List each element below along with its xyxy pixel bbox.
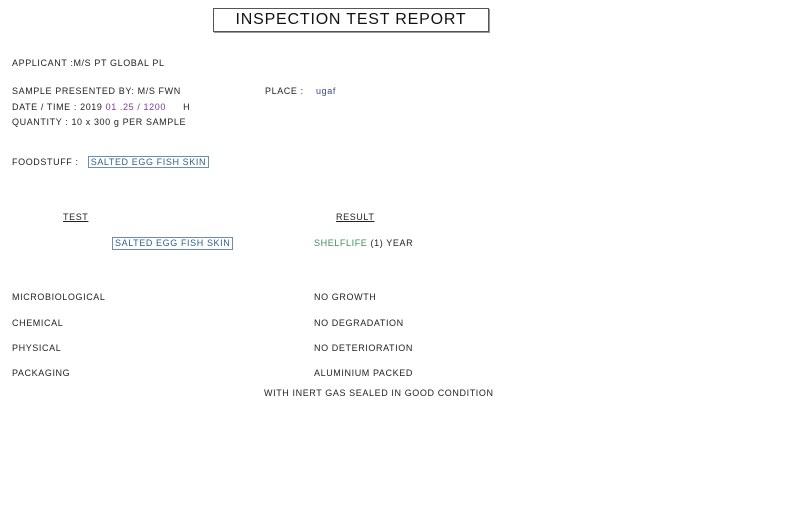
date-time-line: DATE / TIME : 2019 01 .25 / 1200 H (12, 102, 190, 113)
foodstuff-line: FOODSTUFF : SALTED EGG FISH SKIN (12, 156, 210, 168)
place-label: PLACE : (265, 86, 304, 96)
report-title: INSPECTION TEST REPORT (213, 8, 489, 32)
date-time-label: DATE / TIME : (12, 102, 77, 112)
result-row-label: CHEMICAL (12, 318, 64, 328)
result-row-label: PACKAGING (12, 368, 71, 378)
test-header: TEST (63, 212, 89, 222)
place-value: ugaf (316, 86, 336, 96)
test-item: SALTED EGG FISH SKIN (112, 237, 234, 250)
result-row-label: PHYSICAL (12, 343, 62, 353)
quantity-line: QUANTITY : 10 x 300 g PER SAMPLE (12, 117, 187, 127)
applicant-line: APPLICANT :M/S PT GLOBAL PL (12, 58, 165, 68)
date-time-year: 2019 (80, 102, 103, 112)
foodstuff-label: FOODSTUFF : (12, 157, 79, 167)
result-row-value: NO DETERIORATION (314, 343, 413, 353)
shelflife-value: (1) YEAR (370, 238, 414, 248)
test-result: SHELFLIFE (1) YEAR (314, 238, 413, 249)
foodstuff-value: SALTED EGG FISH SKIN (87, 156, 210, 168)
result-row-value: NO DEGRADATION (314, 318, 404, 328)
date-time-date: 01 .25 / 1200 (105, 102, 166, 112)
result-row-label: MICROBIOLOGICAL (12, 292, 106, 302)
sample-presented-line: SAMPLE PRESENTED BY: M/S FWN (12, 86, 181, 96)
result-header: RESULT (336, 212, 375, 222)
packaging-note: WITH INERT GAS SEALED IN GOOD CONDITION (264, 388, 494, 398)
date-time-unit: H (183, 102, 191, 112)
result-row-value: NO GROWTH (314, 292, 377, 302)
result-row-value: ALUMINIUM PACKED (314, 368, 413, 378)
shelflife-label: SHELFLIFE (314, 238, 368, 248)
